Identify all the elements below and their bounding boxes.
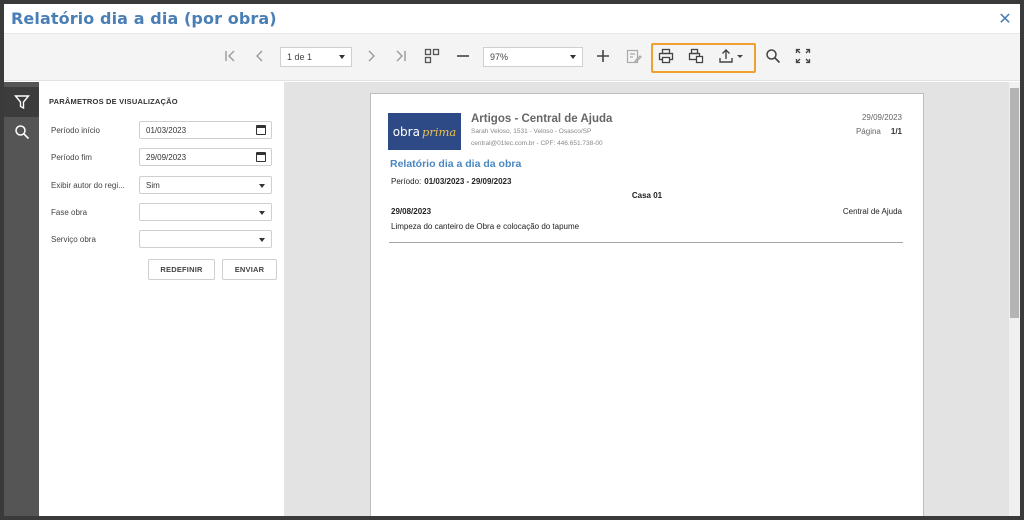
report-period: Período: 01/03/2023 - 29/09/2023 (391, 177, 511, 186)
end-date-field[interactable]: 29/09/2023 (139, 148, 272, 166)
report-window: Relatório dia a dia (por obra) ✕ 1 de 1 … (4, 4, 1020, 516)
company-name: Artigos - Central de Ajuda (471, 113, 613, 125)
vertical-scrollbar[interactable] (1009, 82, 1020, 516)
logo-text: obra (392, 124, 420, 139)
parameters-panel: PARÂMETROS DE VISUALIZAÇÃO Período iníci… (39, 82, 284, 516)
parameters-title: PARÂMETROS DE VISUALIZAÇÃO (49, 97, 178, 106)
export-icon[interactable] (716, 42, 748, 70)
end-date-value: 29/09/2023 (146, 153, 187, 162)
window-title: Relatório dia a dia (por obra) (11, 9, 277, 28)
zoom-in-icon[interactable] (594, 42, 612, 70)
param-label: Fase obra (51, 208, 88, 217)
report-date: 29/09/2023 (861, 113, 902, 122)
chevron-down-icon (339, 55, 345, 59)
chevron-down-icon (570, 55, 576, 59)
print-icon[interactable] (656, 42, 676, 70)
prev-page-icon[interactable] (251, 42, 269, 70)
close-icon[interactable]: ✕ (996, 9, 1014, 29)
param-label: Serviço obra (51, 235, 96, 244)
entry-description: Limpeza do canteiro de Obra e colocação … (391, 222, 580, 231)
reset-button[interactable]: REDEFINIR (148, 259, 215, 280)
chevron-down-icon (259, 211, 265, 215)
param-row-phase: Fase obra (51, 203, 273, 221)
viewer-toolbar: 1 de 1 97% (4, 34, 1020, 81)
logo-text-italic: prima (421, 124, 457, 139)
multipage-icon[interactable] (422, 42, 442, 70)
submit-button[interactable]: ENVIAR (222, 259, 277, 280)
page-selector-value: 1 de 1 (287, 52, 313, 62)
search-icon[interactable] (763, 42, 783, 70)
page-selector[interactable]: 1 de 1 (280, 47, 352, 67)
filter-icon[interactable] (4, 87, 39, 117)
page-label: Página (855, 127, 881, 136)
phase-select[interactable] (139, 203, 272, 221)
company-address: Sarah Veloso, 1531 - Veloso - Osasco/SP (471, 128, 592, 135)
zoom-selector[interactable]: 97% (483, 47, 583, 67)
entry-author: Central de Ajuda (842, 207, 902, 216)
title-bar: Relatório dia a dia (por obra) ✕ (4, 4, 1020, 34)
report-viewer: obra prima Artigos - Central de Ajuda Sar… (284, 82, 1009, 516)
scrollbar-thumb[interactable] (1010, 88, 1019, 318)
sidebar-rail (4, 82, 39, 516)
calendar-icon[interactable] (256, 152, 266, 162)
zoom-out-icon[interactable] (454, 42, 472, 70)
chevron-down-icon (259, 238, 265, 242)
chevron-down-icon (259, 184, 265, 188)
entry-date: 29/08/2023 (391, 207, 432, 216)
param-row-service: Serviço obra (51, 230, 273, 248)
report-group: Casa 01 (631, 191, 663, 200)
company-contact: central@01tec.com.br - CPF: 446.651.738-… (471, 140, 603, 147)
param-row-show-author: Exibir autor do regi... Sim (51, 176, 273, 194)
divider (389, 242, 903, 243)
report-page: obra prima Artigos - Central de Ajuda Sar… (370, 93, 924, 516)
print-preview-icon[interactable] (686, 42, 706, 70)
company-logo: obra prima (388, 113, 461, 150)
report-page-number: Página 1/1 (856, 127, 902, 136)
param-row-end-date: Período fim 29/09/2023 (51, 148, 273, 166)
fullscreen-icon[interactable] (793, 42, 813, 70)
last-page-icon[interactable] (392, 42, 410, 70)
zoom-value: 97% (490, 52, 509, 62)
page-value: 1/1 (890, 127, 902, 136)
calendar-icon[interactable] (256, 125, 266, 135)
edit-params-icon[interactable] (624, 42, 644, 70)
search-icon[interactable] (4, 117, 39, 147)
report-title: Relatório dia a dia da obra (390, 158, 522, 170)
first-page-icon[interactable] (221, 42, 239, 70)
param-label: Período início (51, 126, 100, 135)
period-value: 01/03/2023 - 29/09/2023 (424, 177, 512, 186)
next-page-icon[interactable] (362, 42, 380, 70)
period-label: Período: (391, 177, 422, 186)
param-label: Período fim (51, 153, 92, 162)
start-date-field[interactable]: 01/03/2023 (139, 121, 272, 139)
param-label: Exibir autor do regi... (51, 181, 125, 190)
service-select[interactable] (139, 230, 272, 248)
show-author-select[interactable]: Sim (139, 176, 272, 194)
param-row-start-date: Período início 01/03/2023 (51, 121, 273, 139)
show-author-value: Sim (146, 181, 160, 190)
start-date-value: 01/03/2023 (146, 126, 187, 135)
